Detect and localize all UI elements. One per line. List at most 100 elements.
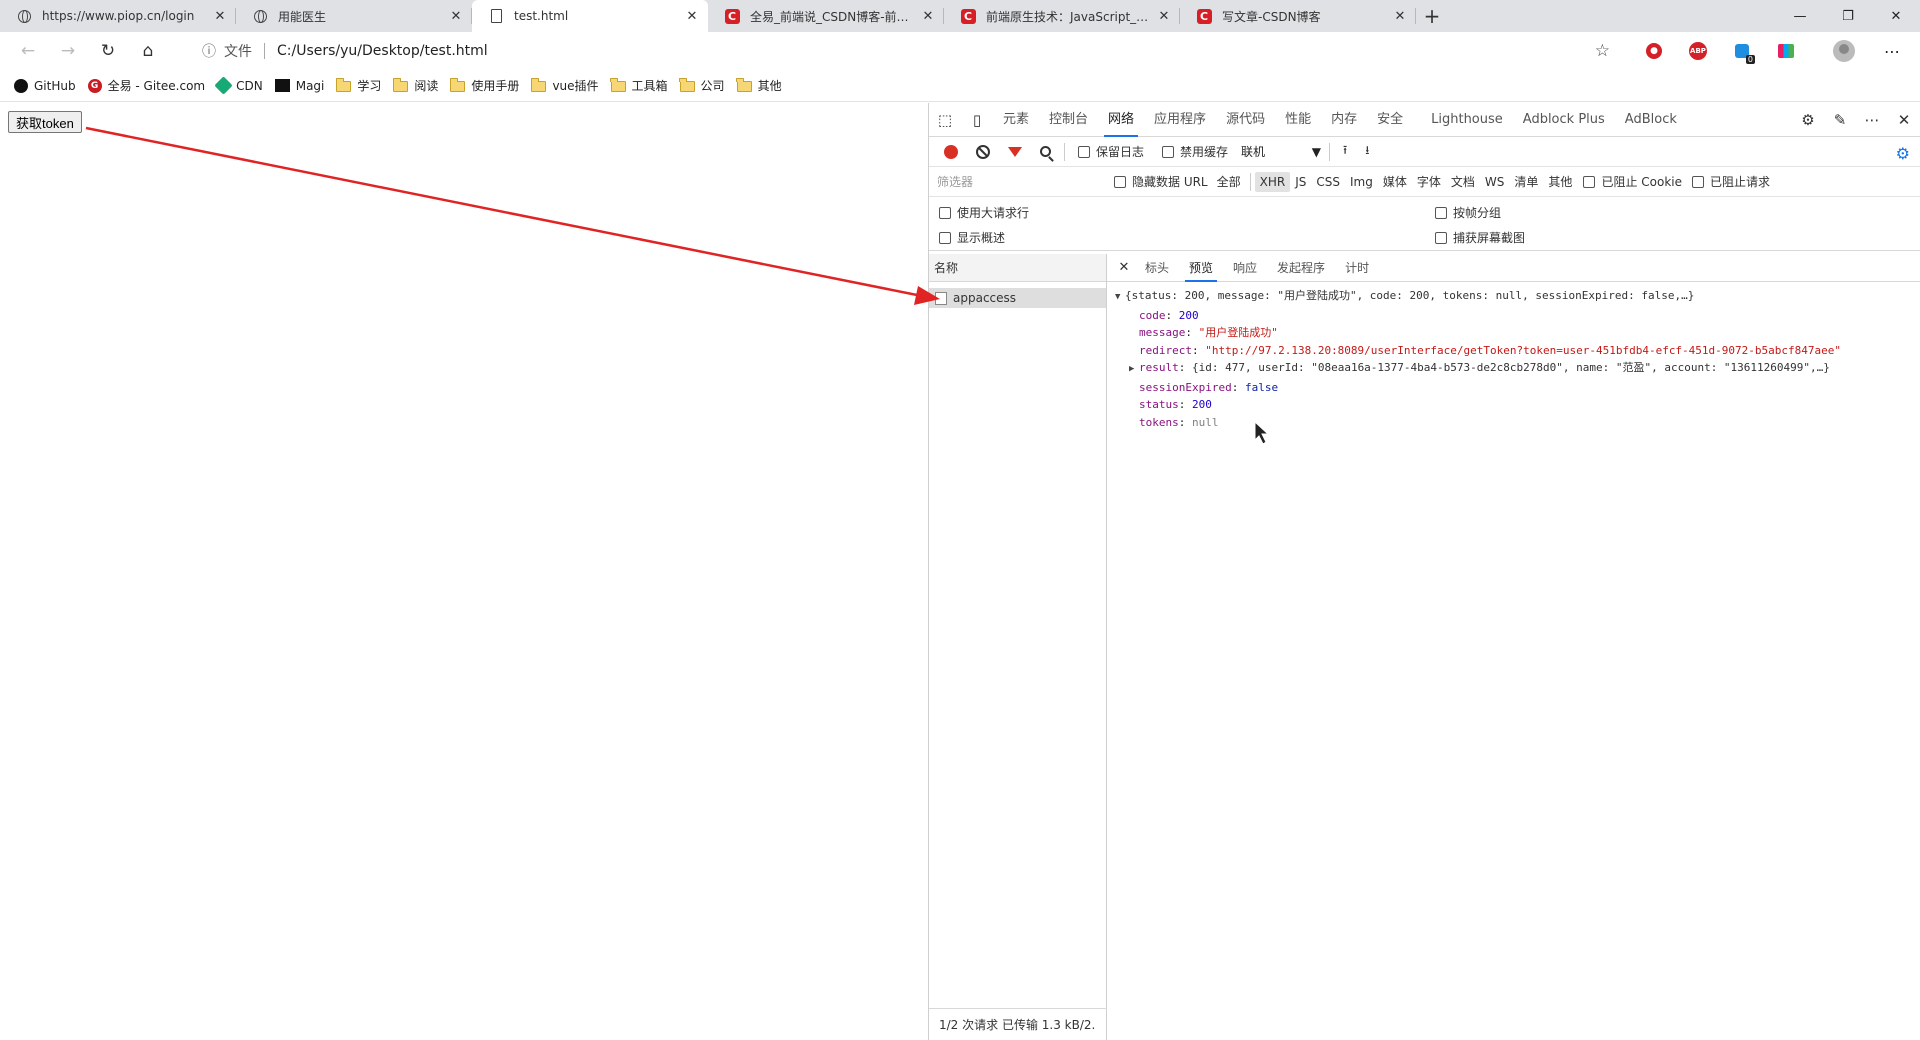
tab-response[interactable]: 响应: [1223, 254, 1267, 282]
close-icon[interactable]: ✕: [920, 9, 936, 24]
inspect-element-icon[interactable]: ⬚: [929, 103, 961, 137]
expand-triangle-icon[interactable]: ▼: [1115, 289, 1125, 307]
close-detail-icon[interactable]: ✕: [1113, 260, 1135, 275]
type-filter-font[interactable]: 字体: [1412, 172, 1446, 192]
home-button[interactable]: ⌂: [128, 35, 168, 67]
bookmark-folder[interactable]: 阅读: [391, 74, 446, 98]
type-filter-js[interactable]: JS: [1290, 172, 1311, 192]
tab-lighthouse[interactable]: Lighthouse: [1421, 103, 1513, 137]
url-text[interactable]: C:/Users/yu/Desktop/test.html: [277, 43, 488, 59]
close-window-button[interactable]: ✕: [1872, 0, 1920, 32]
extension-multicolor-icon[interactable]: [1770, 35, 1802, 67]
device-toolbar-icon[interactable]: ▯: [961, 103, 993, 137]
more-options-icon[interactable]: ⋯: [1856, 103, 1888, 137]
tab-adblock-plus[interactable]: Adblock Plus: [1513, 103, 1615, 137]
throttle-select[interactable]: 联机 ▼: [1237, 143, 1325, 160]
tab-application[interactable]: 应用程序: [1144, 103, 1216, 137]
tab-network[interactable]: 网络: [1098, 103, 1144, 137]
restore-button[interactable]: ❐: [1824, 0, 1872, 32]
reload-button[interactable]: ↻: [88, 35, 128, 67]
browser-tab[interactable]: C 全易_前端说_CSDN博客-前端原生 ✕: [708, 0, 944, 32]
type-filter-ws[interactable]: WS: [1480, 172, 1509, 192]
large-rows-checkbox[interactable]: 使用大请求行: [939, 204, 1029, 221]
browser-tab[interactable]: C 前端原生技术：JavaScript_全易_ ✕: [944, 0, 1180, 32]
tab-headers[interactable]: 标头: [1135, 254, 1179, 282]
preserve-log-checkbox[interactable]: 保留日志: [1069, 137, 1153, 167]
adblock-plus-icon[interactable]: ABP: [1682, 35, 1714, 67]
type-filter-doc[interactable]: 文档: [1446, 172, 1480, 192]
bookmark-gitee[interactable]: G 全易 - Gitee.com: [86, 74, 214, 98]
back-button[interactable]: ←: [8, 35, 48, 67]
export-har-icon[interactable]: ⭳: [1356, 137, 1378, 167]
bookmark-folder[interactable]: vue插件: [529, 74, 606, 98]
profile-avatar[interactable]: [1828, 35, 1860, 67]
bookmark-folder[interactable]: 使用手册: [448, 74, 527, 98]
bookmark-folder[interactable]: 工具箱: [609, 74, 676, 98]
tab-preview[interactable]: 预览: [1179, 254, 1223, 282]
json-field-expandable[interactable]: ▶ result: {id: 477, userId: "08eaa16a-137…: [1115, 359, 1920, 379]
type-filter-manifest[interactable]: 清单: [1509, 172, 1543, 192]
browser-tab[interactable]: 用能医生 ✕: [236, 0, 472, 32]
tab-timing[interactable]: 计时: [1335, 254, 1379, 282]
record-button[interactable]: [935, 137, 967, 167]
browser-tab[interactable]: https://www.piop.cn/login ✕: [0, 0, 236, 32]
collapse-triangle-icon[interactable]: ▶: [1129, 361, 1139, 379]
type-filter-xhr[interactable]: XHR: [1254, 171, 1291, 192]
tab-adblock[interactable]: AdBlock: [1615, 103, 1687, 137]
filter-toggle-button[interactable]: [999, 137, 1031, 167]
tab-performance[interactable]: 性能: [1275, 103, 1321, 137]
extension-red-icon[interactable]: ●: [1638, 35, 1670, 67]
more-menu-icon[interactable]: ⋯: [1876, 35, 1908, 67]
filter-input[interactable]: 筛选器: [935, 171, 1110, 193]
show-overview-checkbox[interactable]: 显示概述: [939, 229, 1005, 246]
blocked-requests-checkbox[interactable]: 已阻止请求: [1688, 167, 1774, 197]
type-filter-media[interactable]: 媒体: [1378, 172, 1412, 192]
browser-tab[interactable]: C 写文章-CSDN博客 ✕: [1180, 0, 1416, 32]
tab-initiator[interactable]: 发起程序: [1267, 254, 1335, 282]
browser-tab-active[interactable]: test.html ✕: [472, 0, 708, 32]
search-button[interactable]: [1031, 137, 1060, 167]
bookmark-folder[interactable]: 公司: [678, 74, 733, 98]
tab-elements[interactable]: 元素: [993, 103, 1039, 137]
import-har-icon[interactable]: ⭱: [1334, 137, 1356, 167]
extension-blue-icon[interactable]: 0: [1726, 35, 1758, 67]
json-root-line[interactable]: ▼ {status: 200, message: "用户登陆成功", code: …: [1115, 287, 1920, 307]
bookmark-magi[interactable]: Magi: [273, 74, 333, 98]
disable-cache-checkbox[interactable]: 禁用缓存: [1153, 137, 1237, 167]
type-filter-other[interactable]: 其他: [1543, 172, 1577, 192]
close-devtools-icon[interactable]: ✕: [1888, 103, 1920, 137]
info-icon[interactable]: ⓘ: [202, 41, 216, 61]
close-icon[interactable]: ✕: [1392, 9, 1408, 24]
new-tab-button[interactable]: +: [1416, 0, 1448, 32]
tab-console[interactable]: 控制台: [1039, 103, 1098, 137]
settings-gear-icon[interactable]: ⚙: [1792, 103, 1824, 137]
blocked-cookies-checkbox[interactable]: 已阻止 Cookie: [1577, 167, 1688, 197]
hide-data-urls-checkbox[interactable]: 隐藏数据 URL: [1110, 167, 1212, 197]
group-by-frame-checkbox[interactable]: 按帧分组: [1435, 204, 1501, 221]
tab-sources[interactable]: 源代码: [1216, 103, 1275, 137]
network-settings-icon[interactable]: ⚙: [1896, 144, 1910, 163]
tab-memory[interactable]: 内存: [1321, 103, 1367, 137]
bookmark-folder[interactable]: 其他: [735, 74, 790, 98]
close-icon[interactable]: ✕: [1156, 9, 1172, 24]
tab-security[interactable]: 安全: [1367, 103, 1413, 137]
close-icon[interactable]: ✕: [212, 9, 228, 24]
type-filter-img[interactable]: Img: [1345, 172, 1378, 192]
get-token-button[interactable]: 获取token: [8, 111, 82, 133]
name-column-header[interactable]: 名称: [929, 254, 1106, 282]
forward-button[interactable]: →: [48, 35, 88, 67]
request-row[interactable]: appaccess: [929, 288, 1106, 308]
bookmark-folder[interactable]: 学习: [334, 74, 389, 98]
minimize-button[interactable]: —: [1776, 0, 1824, 32]
bookmark-cdn[interactable]: CDN: [214, 74, 271, 98]
type-filter-css[interactable]: CSS: [1311, 172, 1345, 192]
close-icon[interactable]: ✕: [448, 9, 464, 24]
close-icon[interactable]: ✕: [684, 9, 700, 24]
address-bar[interactable]: ⓘ 文件 C:/Users/yu/Desktop/test.html ☆: [190, 35, 1630, 67]
clear-button[interactable]: [967, 137, 999, 167]
bookmark-github[interactable]: GitHub: [12, 74, 84, 98]
feedback-icon[interactable]: ✎: [1824, 103, 1856, 137]
capture-screenshots-checkbox[interactable]: 捕获屏幕截图: [1435, 229, 1525, 246]
favorite-star-icon[interactable]: ☆: [1595, 41, 1610, 61]
type-filter-all[interactable]: 全部: [1212, 172, 1246, 192]
